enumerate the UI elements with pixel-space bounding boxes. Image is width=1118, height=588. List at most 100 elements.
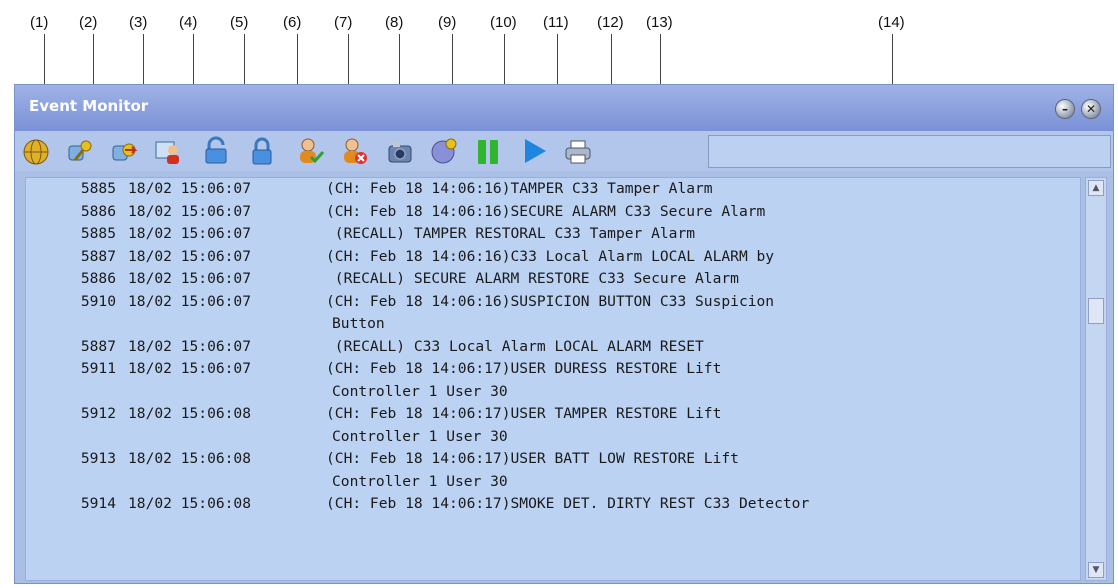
scroll-thumb[interactable] [1088,298,1104,324]
log-datetime: 18/02 15:06:08 [128,450,252,467]
scroll-up-button[interactable]: ▲ [1088,180,1104,196]
window-title: Event Monitor [29,97,149,115]
event-log[interactable]: 5885 18/02 15:06:07 (CH: Feb 18 14:06:16)T… [25,177,1081,581]
log-message: (CH: Feb 18 14:06:16)TAMPER C33 Tamper A… [326,180,713,197]
user-cancel-button[interactable] [337,135,371,167]
log-datetime: 18/02 15:06:07 [128,270,252,287]
log-message: (CH: Feb 18 14:06:17)USER BATT LOW RESTO… [326,450,739,467]
log-datetime: 18/02 15:06:07 [128,202,252,220]
scroll-down-button[interactable]: ▼ [1088,562,1104,578]
log-message: (RECALL) C33 Local Alarm LOCAL ALARM RES… [326,337,704,355]
log-event-number: 5887 [80,337,116,355]
event-monitor-window: Event Monitor – ✕ 5885 18/02 15:06:07 (C… [14,84,1114,584]
log-event-number: 5887 [80,247,116,265]
log-event-number: 5911 [80,360,116,377]
log-row: 5911 18/02 15:06:07 (CH: Feb 18 14:06:17)U… [26,358,1080,381]
log-datetime: 18/02 15:06:08 [128,495,252,512]
callout-label: (12) [597,14,624,31]
log-datetime: 18/02 15:06:07 [128,337,252,355]
log-row: 5886 18/02 15:06:07 (CH: Feb 18 14:06:16)S… [26,201,1080,224]
log-message: (CH: Feb 18 14:06:17)USER DURESS RESTORE… [326,360,722,377]
log-event-number: 5885 [80,180,116,197]
log-message: (CH: Feb 18 14:06:16)SECURE ALARM C33 Se… [326,202,766,220]
log-row: 5914 18/02 15:06:08 (CH: Feb 18 14:06:17)S… [26,493,1080,516]
callout-label: (3) [129,14,148,31]
callout-label: (6) [283,14,302,31]
event-log-list: 5885 18/02 15:06:07 (CH: Feb 18 14:06:16)T… [26,178,1080,516]
globe-icon [23,139,49,165]
log-row: 5913 18/02 15:06:08 (CH: Feb 18 14:06:17)U… [26,448,1080,471]
log-message: (RECALL) TAMPER RESTORAL C33 Tamper Alar… [326,225,696,242]
log-datetime: 18/02 15:06:08 [128,405,252,422]
log-row: 5912 18/02 15:06:08 (CH: Feb 18 14:06:17)U… [26,403,1080,426]
user-check-button[interactable] [293,135,327,167]
printer-icon [565,140,591,164]
keys-button[interactable] [63,135,97,167]
user-screen-icon [155,141,179,164]
callout-label: (13) [646,14,673,31]
callout-label: (5) [230,14,249,31]
log-message: (CH: Feb 18 14:06:17)USER TAMPER RESTORE… [326,405,722,422]
minimize-button[interactable]: – [1055,99,1075,119]
unlock-button[interactable] [199,135,233,167]
play-button[interactable] [517,135,551,167]
callout-label: (11) [543,14,569,31]
log-message: (CH: Feb 18 14:06:16)C33 Local Alarm LOC… [326,247,775,265]
log-message-continuation: Button [332,315,385,332]
log-event-number: 5886 [80,270,116,287]
log-row: 5885 18/02 15:06:07 (RECALL) TAMPER RESTO… [26,223,1080,246]
lock-button[interactable] [245,135,279,167]
log-event-number: 5886 [80,202,116,220]
title-bar[interactable]: Event Monitor – ✕ [15,85,1113,131]
lock-icon [252,137,272,165]
log-event-number: 5885 [80,225,116,242]
log-datetime: 18/02 15:06:07 [128,180,252,197]
user-screen-button[interactable] [151,135,185,167]
log-message: (CH: Feb 18 14:06:16)SUSPICION BUTTON C3… [326,292,775,310]
callout-label: (10) [490,14,517,31]
globe-gear-button[interactable] [427,135,461,167]
log-event-number: 5910 [80,292,116,310]
callout-label: (4) [179,14,198,31]
log-datetime: 18/02 15:06:07 [128,225,252,242]
log-message: (RECALL) SECURE ALARM RESTORE C33 Secure… [326,270,739,287]
status-field[interactable] [708,135,1111,168]
log-row: Controller 1 User 30 [26,381,1080,404]
log-row: Controller 1 User 30 [26,471,1080,494]
log-row: 5886 18/02 15:06:07 (RECALL) SECURE ALARM… [26,268,1080,291]
log-event-number: 5914 [80,495,116,512]
log-event-number: 5913 [80,450,116,467]
user-check-icon [300,138,325,164]
globe-button[interactable] [19,135,53,167]
callout-label: (8) [385,14,404,31]
globe-gear-icon [431,138,457,164]
log-row: Button [26,313,1080,336]
close-button[interactable]: ✕ [1081,99,1101,119]
callout-label: (1) [30,14,49,31]
log-datetime: 18/02 15:06:07 [128,360,252,377]
unlock-icon [205,136,227,164]
vertical-scrollbar[interactable]: ▲ ▼ [1085,177,1107,581]
pause-icon [478,140,498,164]
log-row: 5910 18/02 15:06:07 (CH: Feb 18 14:06:16)S… [26,291,1080,314]
keys-icon [68,140,92,161]
camera-button[interactable] [383,135,417,167]
pause-button[interactable] [471,135,505,167]
log-row: Controller 1 User 30 [26,426,1080,449]
log-message-continuation: Controller 1 User 30 [332,382,508,400]
camera-icon [388,142,412,163]
log-message: (CH: Feb 18 14:06:17)SMOKE DET. DIRTY RE… [326,495,810,512]
callout-label: (2) [79,14,98,31]
log-message-continuation: Controller 1 User 30 [332,427,508,445]
keys-arrow-icon [112,143,138,161]
log-event-number: 5912 [80,405,116,422]
keys-arrow-button[interactable] [107,135,141,167]
log-datetime: 18/02 15:06:07 [128,247,252,265]
toolbar [15,131,1113,171]
user-cancel-icon [344,138,367,164]
callout-label: (9) [438,14,457,31]
printer-button[interactable] [561,135,595,167]
log-row: 5887 18/02 15:06:07 (CH: Feb 18 14:06:16)C… [26,246,1080,269]
log-row: 5885 18/02 15:06:07 (CH: Feb 18 14:06:16)T… [26,178,1080,201]
log-message-continuation: Controller 1 User 30 [332,472,508,490]
